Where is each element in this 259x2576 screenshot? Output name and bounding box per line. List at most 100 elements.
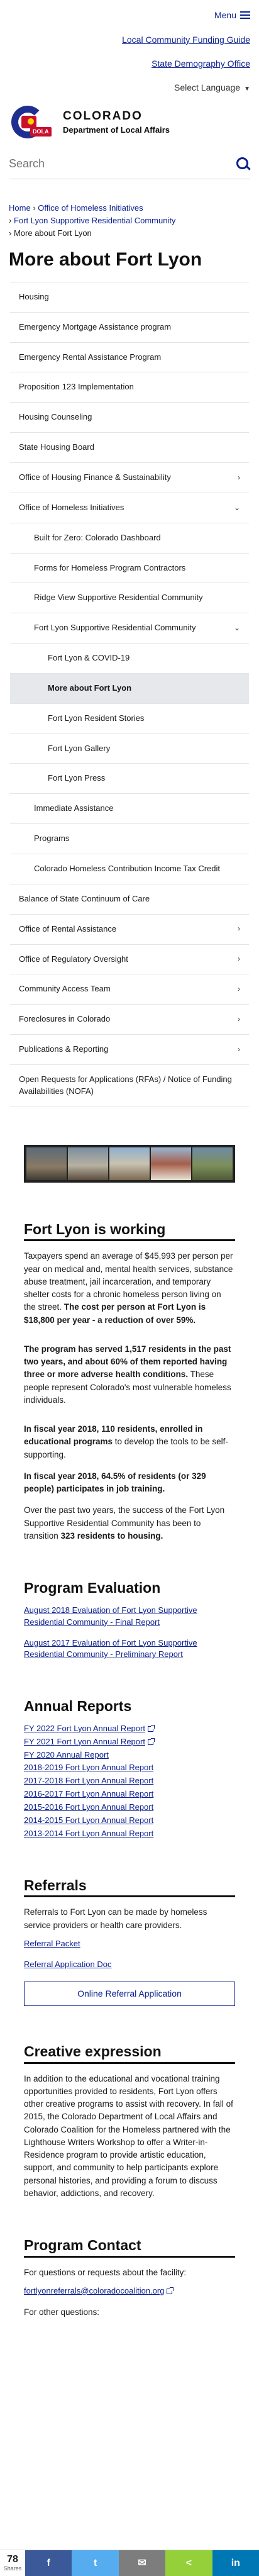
chevron-down-icon[interactable]: ⌄ xyxy=(234,503,240,513)
sidenav-item[interactable]: Proposition 123 Implementation xyxy=(10,372,249,403)
sidenav-item-label: Ridge View Supportive Residential Commun… xyxy=(34,593,203,603)
search-input[interactable] xyxy=(9,157,202,171)
linkedin-share-button[interactable]: in xyxy=(212,2550,259,2576)
sidenav-item[interactable]: Built for Zero: Colorado Dashboard xyxy=(10,523,249,554)
sidenav-item[interactable]: Fort Lyon Gallery xyxy=(10,733,249,764)
sidenav-item-label: State Housing Board xyxy=(19,442,94,452)
heading-program-evaluation: Program Evaluation xyxy=(24,1580,161,1597)
sidenav-item[interactable]: Community Access Team › xyxy=(10,974,249,1005)
sidenav-item[interactable]: State Housing Board xyxy=(10,433,249,464)
link-2014-2015-report[interactable]: 2014-2015 Fort Lyon Annual Report xyxy=(24,1815,235,1827)
link-2015-2016-report[interactable]: 2015-2016 Fort Lyon Annual Report xyxy=(24,1802,235,1814)
link-2018-2019-report[interactable]: 2018-2019 Fort Lyon Annual Report xyxy=(24,1762,235,1774)
cost-paragraph: Taxpayers spend an average of $45,993 pe… xyxy=(24,1251,233,1325)
facebook-icon: f xyxy=(47,2557,50,2568)
sidenav-item[interactable]: Immediate Assistance xyxy=(10,794,249,825)
chevron-right-icon[interactable]: › xyxy=(238,472,240,483)
sidenav-item[interactable]: More about Fort Lyon xyxy=(10,673,249,704)
photo-4 xyxy=(151,1147,191,1180)
sidenav-item-label: Open Requests for Applications (RFAs) / … xyxy=(19,1074,232,1096)
sidenav-item[interactable]: Office of Housing Finance & Sustainabili… xyxy=(10,463,249,493)
sidenav-item[interactable]: Fort Lyon Supportive Residential Communi… xyxy=(10,613,249,644)
sidenav-item[interactable]: Publications & Reporting › xyxy=(10,1035,249,1065)
chevron-right-icon[interactable]: › xyxy=(238,1044,240,1055)
contact-other-text: For other questions: xyxy=(24,2307,100,2317)
chevron-down-icon[interactable]: ⌄ xyxy=(234,623,240,633)
sidenav-item-label: Emergency Rental Assistance Program xyxy=(19,352,162,362)
share-bar: 78 Shares f t ✉ < in xyxy=(0,2550,259,2576)
breadcrumb-home[interactable]: Home xyxy=(9,203,31,213)
sidenav-item-label: Forms for Homeless Program Contractors xyxy=(34,562,186,572)
utility-bar: Menu Local Community Funding Guide State… xyxy=(0,0,259,94)
brand-state: COLORADO xyxy=(63,109,143,123)
breadcrumb: Home › Office of Homeless Initiatives › … xyxy=(9,203,176,238)
link-referral-application-doc[interactable]: Referral Application Doc xyxy=(24,1959,235,1971)
twitter-share-button[interactable]: t xyxy=(72,2550,119,2576)
sidenav-item[interactable]: Fort Lyon Press xyxy=(10,764,249,795)
sidenav-item[interactable]: Office of Rental Assistance › xyxy=(10,914,249,945)
sharethis-share-button[interactable]: < xyxy=(165,2550,212,2576)
language-select-label: Select Language xyxy=(174,82,241,93)
sidenav-item[interactable]: Housing xyxy=(10,282,249,313)
external-link-icon xyxy=(147,1724,155,1732)
online-referral-application-button[interactable]: Online Referral Application xyxy=(24,1982,235,2006)
sidenav-item[interactable]: Forms for Homeless Program Contractors xyxy=(10,553,249,584)
sidenav-item[interactable]: Ridge View Supportive Residential Commun… xyxy=(10,583,249,614)
link-fy2022-report[interactable]: FY 2022 Fort Lyon Annual Report xyxy=(24,1723,235,1735)
link-fy2021-report[interactable]: FY 2021 Fort Lyon Annual Report xyxy=(24,1736,235,1748)
sidenav-item-label: Built for Zero: Colorado Dashboard xyxy=(34,532,161,542)
chevron-down-icon: ▼ xyxy=(244,86,250,93)
heading-annual-reports: Annual Reports xyxy=(24,1698,132,1715)
search-bar xyxy=(9,153,250,179)
heading-program-contact: Program Contact xyxy=(24,2236,235,2258)
chevron-right-icon[interactable]: › xyxy=(238,984,240,995)
email-icon: ✉ xyxy=(138,2557,146,2568)
language-select[interactable]: Select Language ▼ xyxy=(9,81,250,94)
sidenav-item[interactable]: Fort Lyon & COVID-19 xyxy=(10,644,249,674)
colorado-logo: DOLA xyxy=(9,105,55,138)
chevron-right-icon[interactable]: › xyxy=(238,923,240,934)
sidenav-item-label: Fort Lyon Press xyxy=(48,773,106,783)
link-contact-email[interactable]: fortlyonreferrals@coloradocoalition.org xyxy=(24,2285,235,2297)
email-share-button[interactable]: ✉ xyxy=(118,2550,166,2576)
menu-button[interactable]: Menu xyxy=(214,9,250,21)
sidenav-item[interactable]: Foreclosures in Colorado › xyxy=(10,1005,249,1035)
link-2013-2014-report[interactable]: 2013-2014 Fort Lyon Annual Report xyxy=(24,1828,235,1840)
search-icon[interactable] xyxy=(236,157,250,171)
sidenav-item[interactable]: Office of Regulatory Oversight › xyxy=(10,944,249,975)
external-link-icon xyxy=(167,2287,174,2295)
facebook-share-button[interactable]: f xyxy=(25,2550,72,2576)
sidenav-item[interactable]: Emergency Rental Assistance Program xyxy=(10,342,249,373)
menu-label: Menu xyxy=(214,10,236,20)
sidenav-item[interactable]: Open Requests for Applications (RFAs) / … xyxy=(10,1064,249,1107)
link-fy2020-report[interactable]: FY 2020 Annual Report xyxy=(24,1749,235,1761)
sidenav-item-label: Office of Rental Assistance xyxy=(19,923,117,934)
chevron-right-icon[interactable]: › xyxy=(238,954,240,964)
education-paragraph: In fiscal year 2018, 110 residents, enro… xyxy=(24,1424,228,1459)
hamburger-icon xyxy=(240,14,250,16)
link-2016-2017-report[interactable]: 2016-2017 Fort Lyon Annual Report xyxy=(24,1788,235,1800)
chevron-right-icon[interactable]: › xyxy=(238,1014,240,1025)
link-2017-2018-report[interactable]: 2017-2018 Fort Lyon Annual Report xyxy=(24,1775,235,1787)
sidenav-item[interactable]: Fort Lyon Resident Stories xyxy=(10,703,249,734)
job-training-paragraph: In fiscal year 2018, 64.5% of residents … xyxy=(24,1471,206,1494)
link-state-demography-office[interactable]: State Demography Office xyxy=(9,57,250,70)
breadcrumb-fort-lyon[interactable]: Fort Lyon Supportive Residential Communi… xyxy=(14,216,175,225)
sidenav-item[interactable]: Emergency Mortgage Assistance program xyxy=(10,312,249,343)
link-2017-evaluation[interactable]: August 2017 Evaluation of Fort Lyon Supp… xyxy=(24,1637,235,1661)
link-2018-evaluation[interactable]: August 2018 Evaluation of Fort Lyon Supp… xyxy=(24,1605,235,1629)
sidenav-item-label: Programs xyxy=(34,834,70,844)
sidenav-item[interactable]: Housing Counseling xyxy=(10,403,249,433)
link-referral-packet[interactable]: Referral Packet xyxy=(24,1938,235,1950)
site-brand[interactable]: DOLA COLORADO Department of Local Affair… xyxy=(0,94,259,145)
creative-text: In addition to the educational and vocat… xyxy=(24,2073,233,2198)
breadcrumb-homeless-initiatives[interactable]: Office of Homeless Initiatives xyxy=(38,203,143,213)
sidenav-item[interactable]: Programs xyxy=(10,824,249,854)
share-count: 78 Shares xyxy=(3,2554,22,2572)
sidenav-item[interactable]: Office of Homeless Initiatives ⌄ xyxy=(10,493,249,523)
sidenav-item[interactable]: Balance of State Continuum of Care xyxy=(10,884,249,915)
sidenav-item[interactable]: Colorado Homeless Contribution Income Ta… xyxy=(10,854,249,884)
link-local-community-funding-guide[interactable]: Local Community Funding Guide xyxy=(9,33,250,46)
sidenav-item-label: Fort Lyon Resident Stories xyxy=(48,713,145,723)
sidenav-item-label: More about Fort Lyon xyxy=(48,683,132,693)
